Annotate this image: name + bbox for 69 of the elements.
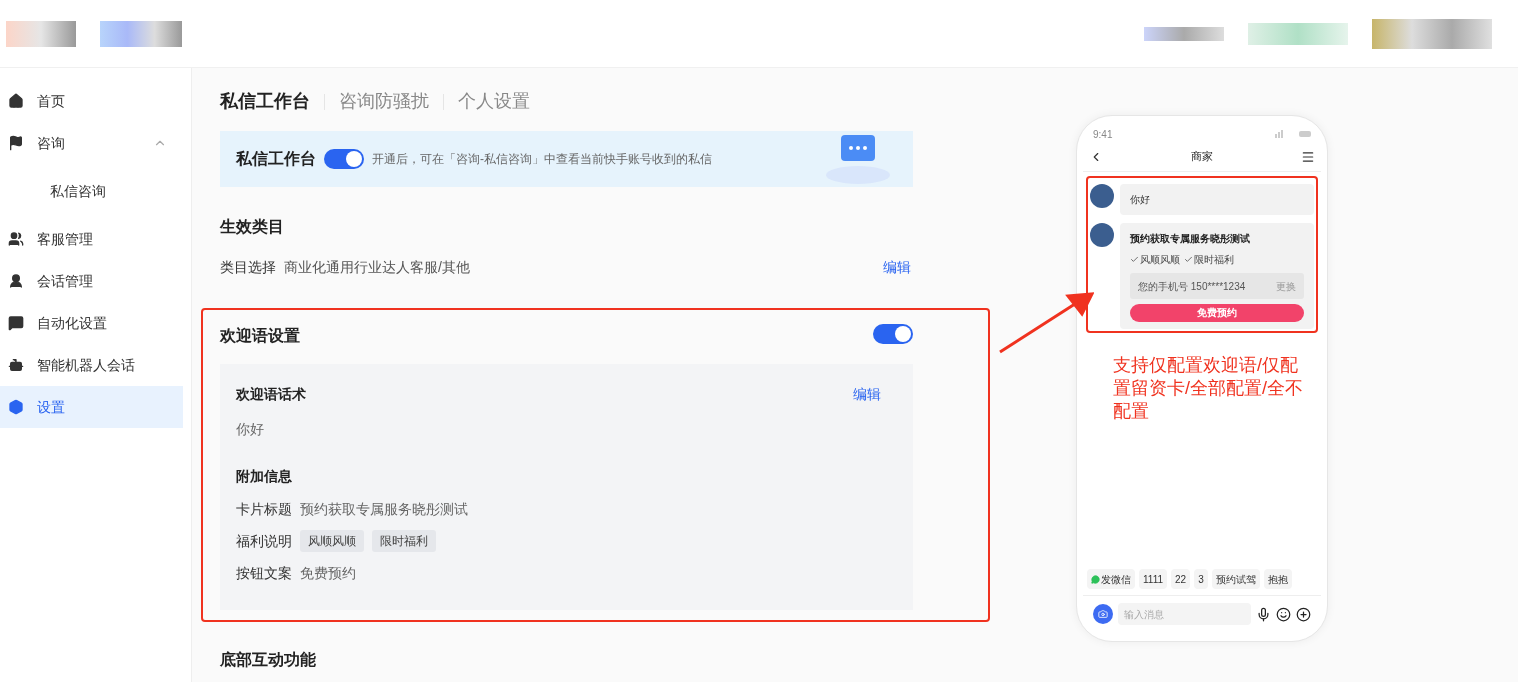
field-label: 按钮文案 — [236, 563, 292, 583]
camera-icon — [1098, 609, 1108, 619]
field-label: 福利说明 — [236, 531, 292, 551]
annotation-text: 支持仅配置欢迎语/仅配置留资卡/全部配置/全不配置 — [1113, 354, 1304, 423]
flag-icon — [8, 135, 24, 151]
voice-icon[interactable] — [1256, 606, 1271, 622]
sidebar-item[interactable]: 设置 — [0, 386, 183, 428]
blurred-logo — [6, 20, 76, 47]
menu-icon[interactable] — [1301, 149, 1315, 164]
book-button[interactable]: 免费预约 — [1130, 303, 1304, 322]
benefit-tag: 限时福利 — [372, 530, 436, 552]
field-value: 商业化通用行业达人客服/其他 — [284, 258, 471, 277]
field-label: 卡片标题 — [236, 499, 292, 519]
sidebar-item[interactable]: 客服管理 — [0, 218, 183, 260]
message-input-field[interactable]: 输入消息 — [1118, 603, 1251, 625]
section-title: 生效类目 — [220, 217, 284, 237]
quick-reply-chip[interactable]: 1111 — [1139, 569, 1168, 589]
quick-reply-chip[interactable]: 22 — [1171, 569, 1191, 589]
benefit-label: 限时福利 — [1184, 252, 1234, 267]
people-icon — [8, 231, 24, 247]
camera-button[interactable] — [1093, 604, 1113, 624]
avatar-silhouette — [1090, 184, 1114, 208]
phone-number: 您的手机号 150****1234 — [1138, 279, 1246, 294]
phone-field[interactable]: 您的手机号 150****1234 更换 — [1130, 273, 1304, 299]
benefit-tag: 风顺风顺 — [300, 530, 364, 552]
chat-title: 商家 — [1191, 149, 1213, 165]
edit-link[interactable]: 编辑 — [883, 257, 911, 278]
sidebar-item[interactable]: 私信咨询 — [0, 170, 183, 212]
check-icon — [1184, 255, 1193, 264]
avatar-silhouette — [1090, 223, 1114, 247]
card-title: 预约获取专属服务晓彤测试 — [1130, 232, 1250, 246]
field-label: 类目选择 — [220, 258, 276, 277]
toggle-switch[interactable] — [873, 324, 913, 344]
sidebar-item[interactable]: 会话管理 — [0, 260, 183, 302]
welcome-text: 你好 — [236, 420, 264, 439]
sidebar-item[interactable]: 首页 — [0, 80, 183, 122]
emoji-icon[interactable] — [1276, 606, 1291, 622]
field-value: 预约获取专属服务晓彤测试 — [300, 499, 468, 519]
message-bubble: 你好 — [1120, 184, 1314, 215]
toggle-switch[interactable] — [324, 149, 364, 169]
benefit-label: 风顺风顺 — [1130, 252, 1180, 267]
section-title: 欢迎语设置 — [220, 326, 300, 346]
edit-link[interactable]: 编辑 — [853, 384, 881, 405]
field-value: 免费预约 — [300, 563, 356, 583]
banner-description: 开通后，可在「咨询-私信咨询」中查看当前快手账号收到的私信 — [372, 151, 712, 168]
status-bar-icons — [1275, 130, 1311, 138]
tab[interactable]: 私信工作台 — [220, 88, 314, 115]
hexagon-icon — [8, 399, 24, 415]
quick-reply-chip[interactable]: 预约试驾 — [1211, 569, 1260, 589]
sidebar-item[interactable]: 咨询 — [0, 122, 183, 164]
person-icon — [8, 273, 24, 289]
quick-reply-chip[interactable]: 发微信 — [1087, 569, 1135, 589]
quick-reply-chip[interactable]: 抱抱 — [1263, 569, 1292, 589]
sidebar-item[interactable]: 自动化设置 — [0, 302, 183, 344]
check-icon — [1130, 255, 1139, 264]
chat-icon — [8, 315, 24, 331]
wechat-icon — [1091, 574, 1100, 584]
banner-title: 私信工作台 — [236, 149, 316, 169]
subsection-title: 欢迎语话术 — [236, 385, 306, 404]
tab[interactable]: 个人设置 — [454, 88, 534, 115]
status-time: 9:41 — [1093, 127, 1113, 142]
quick-reply-chip[interactable]: 3 — [1194, 569, 1208, 589]
section-title: 底部互动功能 — [220, 650, 316, 670]
home-icon — [8, 93, 24, 109]
tab[interactable]: 咨询防骚扰 — [335, 88, 433, 115]
subsection-title: 附加信息 — [236, 467, 292, 486]
plus-icon[interactable] — [1296, 606, 1311, 622]
robot-icon — [8, 357, 24, 373]
sidebar-item[interactable]: 智能机器人会话 — [0, 344, 183, 386]
